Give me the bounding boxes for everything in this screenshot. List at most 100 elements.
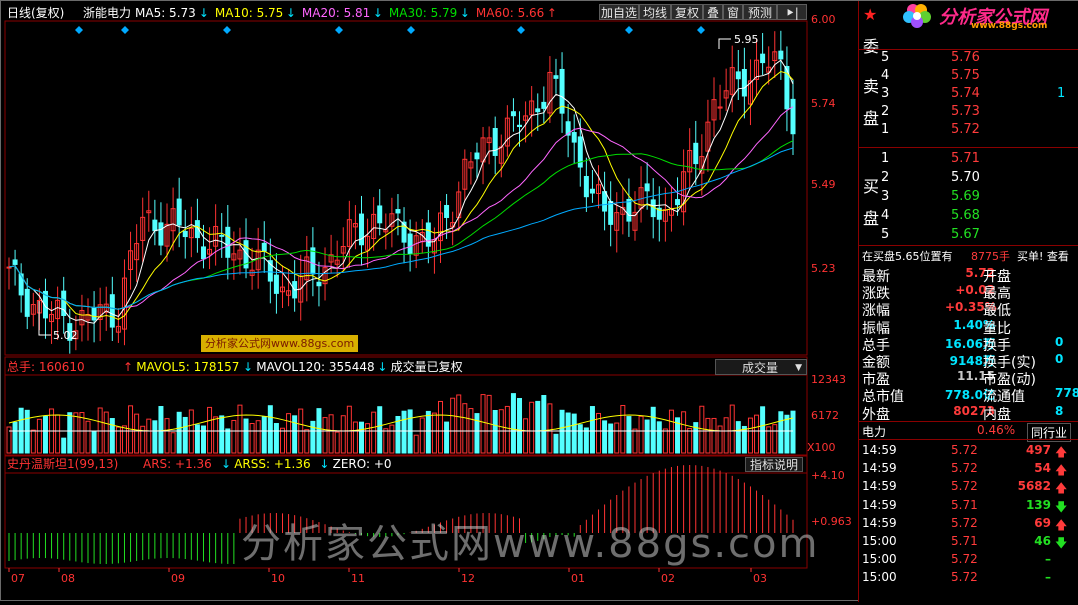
volume-bar [389, 424, 395, 454]
candle [741, 68, 747, 97]
volume-bar [541, 395, 547, 454]
toolbar-button-5[interactable]: 预测 [743, 4, 777, 20]
tick-price: 5.72 [951, 479, 978, 494]
volume-bar [279, 427, 285, 454]
ma-label: MA30: 5.79 [389, 6, 457, 20]
notice-amount: 8775手 [971, 250, 1010, 263]
candle [474, 152, 480, 160]
volume-bar [553, 433, 559, 454]
volume-bar [237, 404, 243, 454]
volume-bar [650, 406, 656, 454]
volume-dropdown[interactable]: 成交量 ▼ [715, 359, 807, 375]
volume-bar [194, 424, 200, 454]
month-label: 01 [571, 572, 585, 585]
arrow-icon: ↓ [243, 360, 253, 374]
candle [778, 50, 784, 60]
month-label: 10 [271, 572, 285, 585]
toolbar-button-4[interactable]: 窗 [723, 4, 743, 20]
volume-bar [134, 413, 140, 454]
candle [91, 307, 97, 321]
candle [644, 183, 650, 192]
stat-row: 总市值 778.0亿 流通值 778 [859, 386, 1078, 405]
tick-volume: 497 [1025, 443, 1051, 457]
tick-volume: 46 [1034, 534, 1051, 548]
toolbar-more-button[interactable]: ⯈| [777, 4, 807, 20]
buy-label: 盘 [863, 209, 880, 228]
volume-bar [741, 425, 747, 454]
indicator-name: 史丹温斯坦1(99,13) [7, 457, 118, 471]
notice-row[interactable]: 在买盘5.65位置有 8775手 买单! 查看 [859, 248, 1078, 265]
divider [859, 147, 1078, 148]
volume-bar [255, 420, 261, 454]
volume-bar [699, 405, 705, 454]
volume-bar [42, 415, 48, 454]
candle [358, 213, 364, 246]
ma-label: MA10: 5.75 [215, 6, 283, 20]
candle [152, 219, 158, 232]
candle [261, 242, 267, 252]
volume-bar [535, 400, 541, 454]
sell-label: 卖 [863, 77, 880, 96]
volume-bar [322, 417, 328, 454]
volume-bar [243, 418, 249, 454]
toolbar-button-0[interactable]: 加自选 [599, 4, 639, 20]
tick-row: 14:59 5.72 497 🡅 [859, 443, 1078, 460]
volume-bar [705, 417, 711, 454]
price-panel-border [4, 20, 808, 356]
indicator-help-button[interactable]: 指标说明 [745, 457, 803, 472]
high-label: 5.95 [734, 33, 759, 46]
quote-panel: ★ 分析家公式网 www.88gs.com 委 5 5.76 4 5.75 3 5.74 1 2… [858, 1, 1078, 602]
sell-label-row: 卖 [859, 73, 1078, 96]
volume-axis-unit: X100 [807, 441, 836, 454]
candle [492, 128, 498, 156]
volume-bar [170, 432, 176, 454]
volume-bar [510, 393, 516, 454]
volume-bar [36, 418, 42, 454]
chevron-down-icon: ▼ [795, 363, 802, 373]
total-volume-label: 总手: 160610 [7, 360, 85, 374]
candle [602, 191, 608, 212]
candle [377, 205, 383, 224]
volume-bar [85, 420, 91, 454]
volume-bar [474, 413, 480, 454]
tick-volume: 54 [1034, 461, 1051, 476]
price-axis-label: 5.74 [811, 97, 836, 110]
tick-time: 15:00 [862, 570, 897, 585]
tick-time: 15:00 [862, 534, 897, 548]
sector-row[interactable]: 电力 0.46% 同行业 [859, 423, 1078, 442]
mavol5-label: MAVOL5: 178157 [136, 360, 239, 374]
arrow-icon: ↓ [221, 457, 231, 471]
candle [395, 209, 401, 214]
volume-bar [292, 415, 298, 454]
toolbar-button-2[interactable]: 复权 [671, 4, 703, 20]
volume-bar [158, 406, 164, 454]
toolbar-button-3[interactable]: 叠 [703, 4, 723, 20]
volume-bar [425, 410, 431, 454]
volume-axis-label: 6172 [811, 409, 839, 422]
volume-bar [547, 403, 553, 454]
volume-bar [784, 414, 790, 454]
buy-label-row: 买 [859, 173, 1078, 196]
candle [675, 199, 681, 206]
candle [553, 75, 559, 79]
volume-bar [24, 409, 30, 454]
tick-price: 5.72 [951, 570, 978, 585]
toolbar-button-1[interactable]: 均线 [639, 4, 671, 20]
volume-bar [778, 411, 784, 454]
candle [541, 101, 547, 109]
volume-bar [583, 427, 589, 454]
stat-row: 最新 5.72 开盘 [859, 266, 1078, 285]
tick-volume: 5682 [1017, 479, 1051, 494]
candle [273, 274, 279, 294]
candle [760, 53, 766, 64]
volume-bar [717, 425, 723, 454]
candle [693, 142, 699, 165]
tick-row: 15:00 5.71 46 🡇 [859, 534, 1078, 551]
divider [859, 421, 1078, 422]
volume-bar [492, 409, 498, 454]
chart-area[interactable]: 日线(复权) 浙能电力 MA5: 5.73 ↓ MA10: 5.75 ↓ MA20: 5.8… [1, 1, 857, 602]
volume-bar [626, 416, 632, 454]
volume-bar [304, 429, 310, 454]
tick-row: 14:59 5.72 5682 🡅 [859, 479, 1078, 496]
ma-arrow: ↓ [460, 6, 470, 20]
